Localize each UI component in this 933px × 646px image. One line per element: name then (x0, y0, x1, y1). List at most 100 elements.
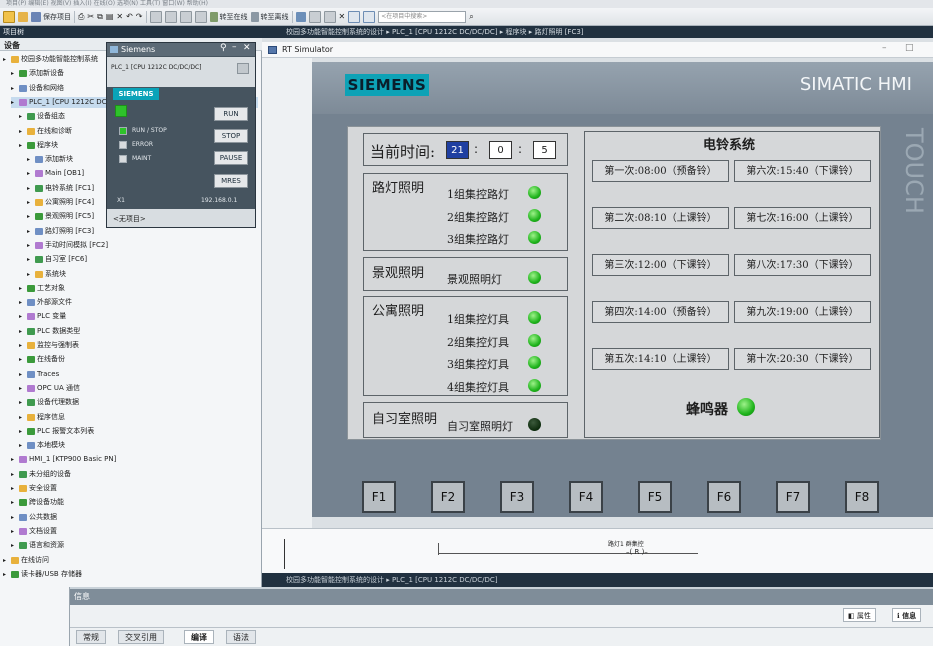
expand-arrow-icon[interactable]: ▸ (19, 140, 25, 151)
tree-item[interactable]: ▸ 手动时间模拟 [FC2] (27, 240, 108, 251)
expand-arrow-icon[interactable]: ▸ (27, 226, 33, 237)
second-field[interactable]: 5 (533, 141, 556, 159)
pin-icon[interactable]: ⚲ (220, 43, 227, 53)
tree-item[interactable]: ▸ 校园多功能智能控制系统 (3, 54, 98, 65)
go-offline-button[interactable]: 转至离线 (250, 10, 289, 24)
tree-item[interactable]: ▸ 系统块 (27, 269, 66, 280)
tree-item[interactable]: ▸ 公寓照明 [FC4] (27, 197, 94, 208)
tree-item[interactable]: ▸ 在线访问 (3, 555, 49, 566)
devices-tab[interactable]: 设备 (4, 40, 20, 51)
minute-field[interactable]: 0 (489, 141, 512, 159)
cross-reference-icon[interactable] (308, 10, 321, 23)
tree-item[interactable]: ▸ 景观照明 [FC5] (27, 211, 94, 222)
bell-schedule-button[interactable]: 第九次:19:00（上课铃） (734, 301, 871, 323)
tree-item[interactable]: ▸ 添加新块 (27, 154, 73, 165)
tree-item[interactable]: ▸ 未分组的设备 (11, 469, 71, 480)
minimize-icon[interactable]: – (232, 42, 237, 52)
bell-schedule-button[interactable]: 第二次:08:10（上课铃） (592, 207, 729, 229)
tab-cross-reference[interactable]: 交叉引用 (118, 630, 164, 644)
split-horizontal-icon[interactable] (348, 10, 361, 23)
expand-view-icon[interactable] (237, 63, 249, 74)
bell-schedule-button[interactable]: 第四次:14:00（预备铃） (592, 301, 729, 323)
expand-arrow-icon[interactable]: ▸ (19, 440, 25, 451)
expand-arrow-icon[interactable]: ▸ (19, 311, 25, 322)
expand-arrow-icon[interactable]: ▸ (27, 168, 33, 179)
expand-arrow-icon[interactable]: ▸ (19, 326, 25, 337)
tree-item[interactable]: ▸ HMI_1 [KTP900 Basic PN] (11, 454, 116, 465)
tree-item[interactable]: ▸ OPC UA 通信 (19, 383, 80, 394)
tree-item[interactable]: ▸ 自习室 [FC6] (27, 254, 87, 265)
expand-arrow-icon[interactable]: ▸ (19, 354, 25, 365)
tab-general[interactable]: 常规 (76, 630, 106, 644)
function-key-f4[interactable]: F4 (569, 481, 603, 513)
tree-item[interactable]: ▸ 文档设置 (11, 526, 57, 537)
bell-schedule-button[interactable]: 第一次:08:00（预备铃） (592, 160, 729, 182)
tree-item[interactable]: ▸ PLC 报警文本列表 (19, 426, 94, 437)
tree-item[interactable]: ▸ Traces (19, 369, 59, 380)
go-online-button[interactable]: 转至在线 (209, 10, 248, 24)
expand-arrow-icon[interactable]: ▸ (27, 211, 33, 222)
minimize-icon[interactable]: – (882, 43, 887, 53)
bell-schedule-button[interactable]: 第七次:16:00（上课铃） (734, 207, 871, 229)
tree-item[interactable]: ▸ 程序信息 (19, 412, 65, 423)
tree-item[interactable]: ▸ 设备和网络 (11, 83, 64, 94)
expand-arrow-icon[interactable]: ▸ (19, 426, 25, 437)
expand-arrow-icon[interactable]: ▸ (27, 254, 33, 265)
expand-arrow-icon[interactable]: ▸ (11, 68, 17, 79)
copy-icon[interactable]: ⧉ (97, 12, 103, 22)
cut-icon[interactable]: ✂ (87, 12, 94, 21)
tree-item[interactable]: ▸ 工艺对象 (19, 283, 65, 294)
project-search-input[interactable]: <在项目中搜索> (378, 10, 467, 23)
function-key-f7[interactable]: F7 (776, 481, 810, 513)
expand-arrow-icon[interactable]: ▸ (19, 283, 25, 294)
tree-item[interactable]: ▸ PLC 数据类型 (19, 326, 80, 337)
redo-icon[interactable]: ↷ (136, 12, 143, 21)
expand-arrow-icon[interactable]: ▸ (19, 412, 25, 423)
function-key-f6[interactable]: F6 (707, 481, 741, 513)
expand-arrow-icon[interactable]: ▸ (27, 197, 33, 208)
tree-item[interactable]: ▸ 读卡器/USB 存储器 (3, 569, 82, 580)
expand-arrow-icon[interactable]: ▸ (27, 240, 33, 251)
tree-item[interactable]: ▸ 跨设备功能 (11, 497, 64, 508)
pause-button[interactable]: PAUSE (214, 151, 248, 165)
bell-schedule-button[interactable]: 第八次:17:30（下课铃） (734, 254, 871, 276)
expand-arrow-icon[interactable]: ▸ (27, 269, 33, 280)
expand-arrow-icon[interactable]: ▸ (19, 383, 25, 394)
expand-arrow-icon[interactable]: ▸ (19, 340, 25, 351)
tree-item[interactable]: ▸ 程序块 (19, 140, 58, 151)
binoculars-icon[interactable]: ⌕ (469, 12, 473, 22)
bell-schedule-button[interactable]: 第六次:15:40（下课铃） (734, 160, 871, 182)
expand-arrow-icon[interactable]: ▸ (3, 54, 9, 65)
expand-arrow-icon[interactable]: ▸ (19, 297, 25, 308)
simulation-icon[interactable] (194, 10, 207, 23)
properties-tab[interactable]: ◧ 属性 (843, 608, 876, 622)
tree-item[interactable]: ▸ 在线和诊断 (19, 126, 72, 137)
new-project-icon[interactable] (3, 10, 15, 23)
open-project-icon[interactable] (18, 11, 28, 22)
save-project-button[interactable]: 保存项目 (31, 10, 71, 24)
expand-arrow-icon[interactable]: ▸ (11, 483, 17, 494)
expand-arrow-icon[interactable]: ▸ (3, 569, 9, 580)
tree-item[interactable]: ▸ PLC 变量 (19, 311, 66, 322)
tree-item[interactable]: ▸ 外部源文件 (19, 297, 72, 308)
tree-item[interactable]: ▸ 设备组态 (19, 111, 65, 122)
expand-arrow-icon[interactable]: ▸ (19, 111, 25, 122)
tree-item[interactable]: ▸ Main [OB1] (27, 168, 84, 179)
tree-item[interactable]: ▸ 路灯照明 [FC3] (27, 226, 94, 237)
delete-icon[interactable]: ✕ (116, 12, 123, 21)
download-icon[interactable] (164, 10, 177, 23)
tree-item[interactable]: ▸ 本地模块 (19, 440, 65, 451)
tab-syntax[interactable]: 语法 (226, 630, 256, 644)
expand-arrow-icon[interactable]: ▸ (11, 497, 17, 508)
expand-arrow-icon[interactable]: ▸ (19, 126, 25, 137)
bell-schedule-button[interactable]: 第三次:12:00（下课铃） (592, 254, 729, 276)
compile-icon[interactable] (149, 10, 162, 23)
expand-arrow-icon[interactable]: ▸ (19, 397, 25, 408)
expand-arrow-icon[interactable]: ▸ (11, 97, 17, 108)
tree-item[interactable]: ▸ 电铃系统 [FC1] (27, 183, 94, 194)
expand-arrow-icon[interactable]: ▸ (11, 526, 17, 537)
expand-arrow-icon[interactable]: ▸ (11, 540, 17, 551)
mres-button[interactable]: MRES (214, 174, 248, 188)
expand-arrow-icon[interactable]: ▸ (11, 512, 17, 523)
tree-item[interactable]: ▸ 设备代理数据 (19, 397, 79, 408)
